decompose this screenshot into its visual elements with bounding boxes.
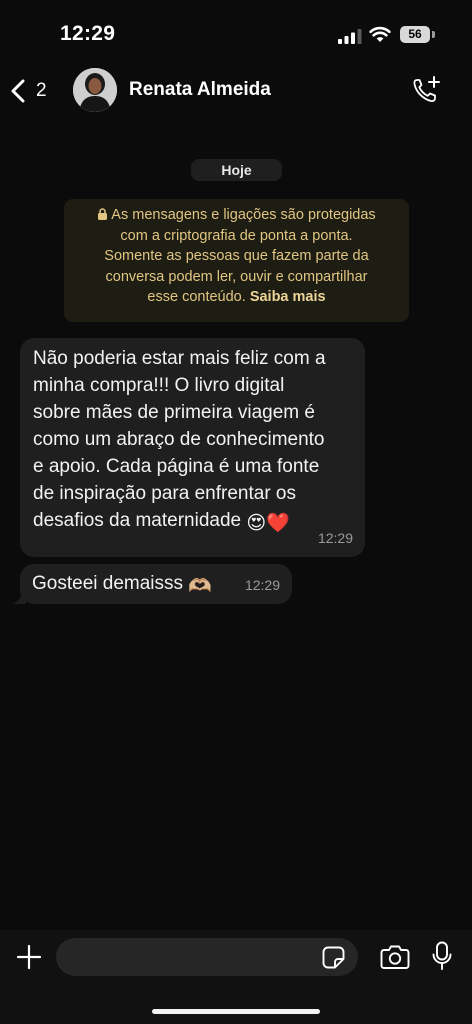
- encryption-notice[interactable]: As mensagens e ligações são protegidas c…: [64, 199, 409, 322]
- avatar-photo: [73, 68, 117, 112]
- message-bubble[interactable]: Não poderia estar mais feliz com a minha…: [20, 338, 365, 557]
- encryption-notice-line: As mensagens e ligações são protegidas: [74, 205, 399, 226]
- notice-text-line: As mensagens e ligações são protegidas: [111, 207, 376, 223]
- learn-more-link[interactable]: Saiba mais: [250, 289, 326, 305]
- notice-text-line: conversa podem ler, ouvir e compartilhar: [105, 268, 368, 285]
- sticker-icon[interactable]: [322, 946, 345, 969]
- message-time: 12:29: [317, 530, 353, 546]
- battery-level: 56: [408, 27, 422, 41]
- message-line: sobre mães de primeira viagem é: [33, 402, 315, 423]
- notice-text-line: Somente as pessoas que fazem parte da: [104, 248, 369, 264]
- heart-hands-emoji: 🫶🏼: [188, 576, 212, 597]
- composer-bar: [0, 930, 472, 1024]
- camera-icon[interactable]: [380, 944, 410, 970]
- message-line: como um abraço de conhecimento: [33, 429, 325, 450]
- mic-icon[interactable]: [432, 941, 452, 971]
- message-last-line: desafios da maternidade 😍❤️: [33, 507, 353, 537]
- notice-text-line: esse conteúdo.: [147, 289, 246, 305]
- contact-name[interactable]: Renata Almeida: [129, 79, 271, 101]
- battery-tip: [432, 31, 435, 38]
- encryption-notice-last-line: esse conteúdo. Saiba mais: [74, 287, 399, 308]
- heart-eyes-emoji: 😍: [246, 513, 267, 534]
- plus-icon[interactable]: [16, 944, 42, 970]
- message-line: Não poderia estar mais feliz com a: [33, 348, 326, 369]
- message-text: Gosteei demaisss: [32, 573, 184, 594]
- signal-icon: [338, 29, 362, 44]
- message-line: de inspiração para enfrentar os: [33, 483, 296, 504]
- battery-icon: 56: [400, 26, 430, 43]
- notice-text-line: com a criptografia de ponta a ponta.: [120, 227, 353, 244]
- home-indicator[interactable]: [152, 1009, 320, 1014]
- message-line: desafios da maternidade: [33, 510, 242, 531]
- red-heart-emoji: ❤️: [266, 513, 290, 534]
- message-input[interactable]: [56, 938, 358, 976]
- message-time: 12:29: [244, 577, 280, 593]
- message-line: minha compra!!! O livro digital: [33, 375, 285, 396]
- message-line: e apoio. Cada página é uma fonte: [33, 456, 320, 477]
- unread-count[interactable]: 2: [36, 80, 47, 102]
- status-bar: 12:29 56: [0, 0, 472, 64]
- back-chevron-icon[interactable]: [10, 79, 26, 103]
- chat-header: 2 Renata Almeida: [0, 64, 472, 118]
- wifi-icon: [369, 26, 391, 42]
- avatar[interactable]: [73, 68, 117, 112]
- date-label: Hoje: [191, 159, 282, 181]
- add-call-icon[interactable]: [410, 74, 442, 106]
- lock-icon: [98, 208, 108, 220]
- message-bubble[interactable]: Gosteei demaisss 🫶🏼 12:29: [20, 564, 292, 604]
- status-time: 12:29: [60, 22, 116, 45]
- chat-area[interactable]: Hoje As mensagens e ligações são protegi…: [0, 118, 472, 930]
